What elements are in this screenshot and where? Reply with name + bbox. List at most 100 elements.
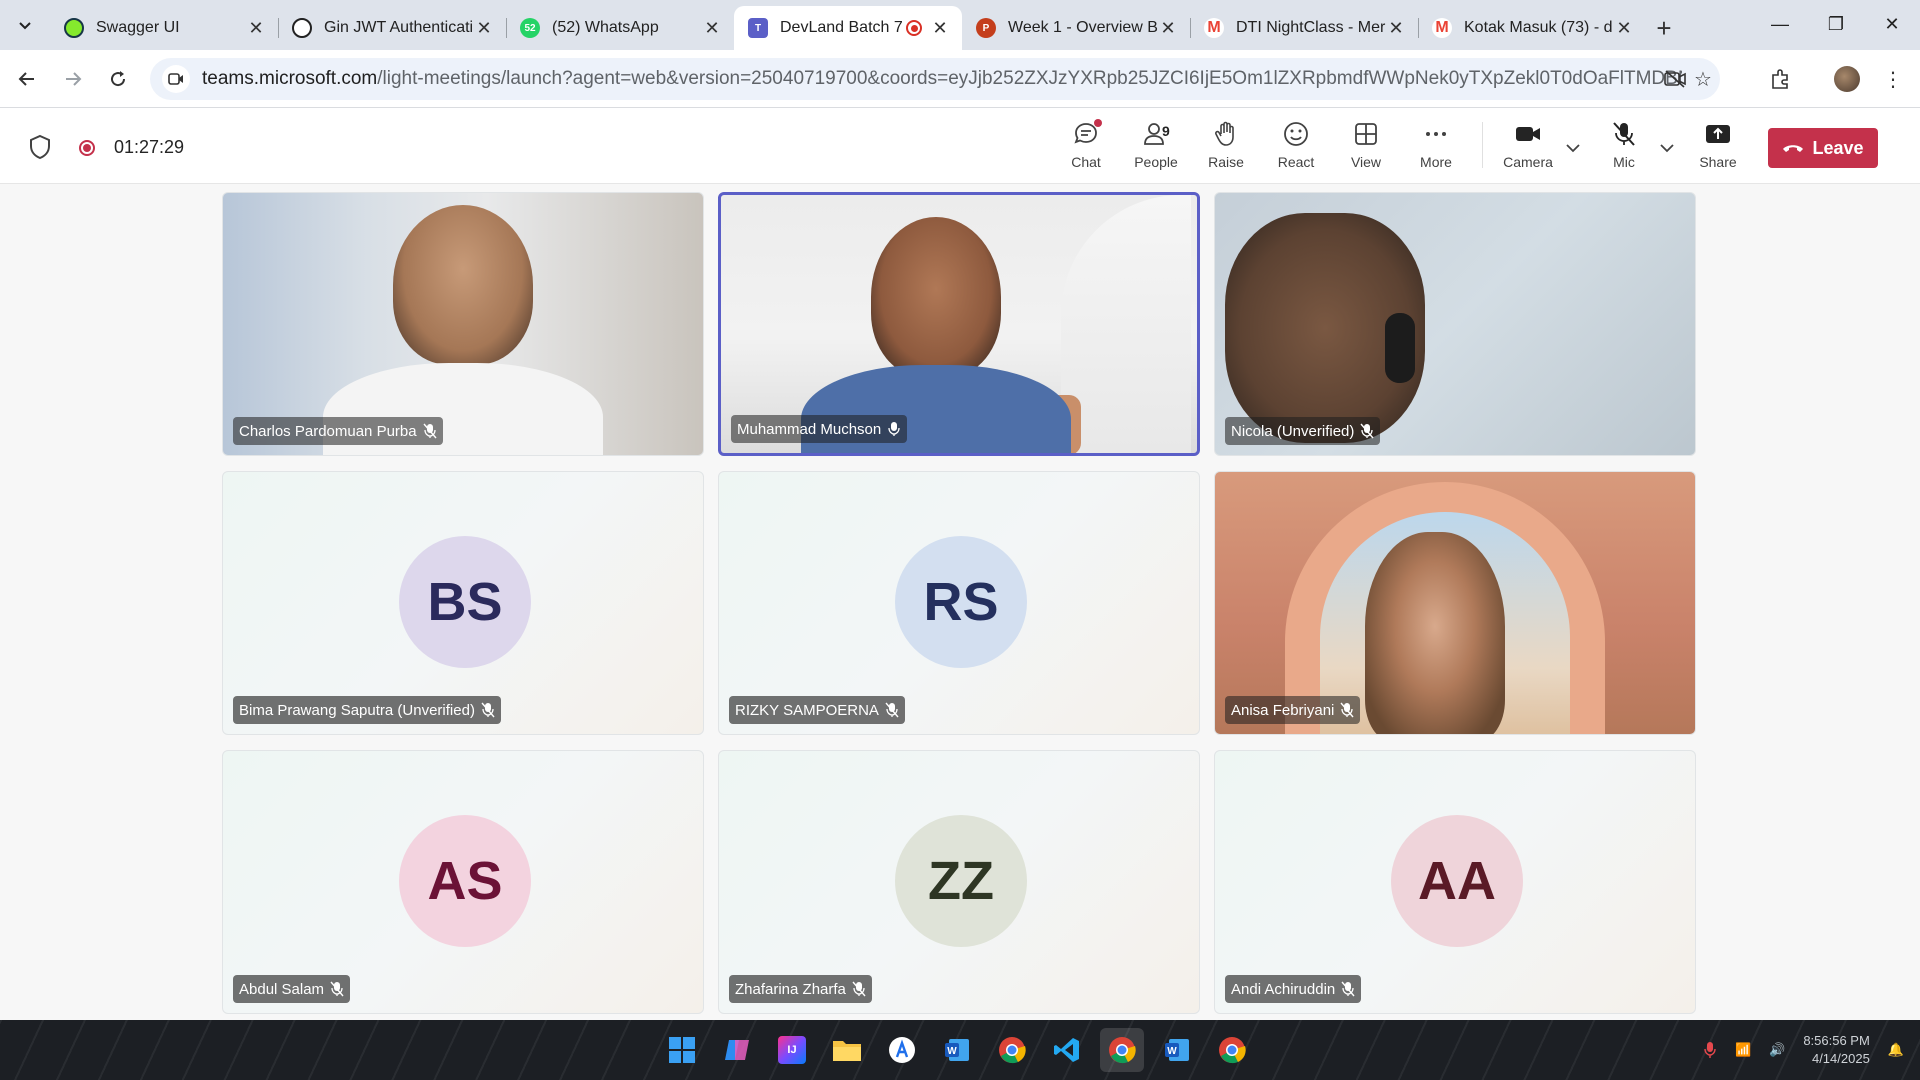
chrome-menu-icon[interactable]: ⋮: [1878, 64, 1908, 94]
leave-label: Leave: [1812, 137, 1864, 158]
tab-swagger[interactable]: Swagger UI ✕: [50, 6, 278, 50]
tab-title: Swagger UI: [96, 19, 180, 36]
close-icon[interactable]: ✕: [1158, 18, 1178, 38]
camera-blocked-icon[interactable]: [1662, 66, 1688, 92]
people-count: 9: [1162, 123, 1170, 139]
grid-view-icon: [1355, 123, 1377, 145]
people-label: People: [1134, 154, 1178, 170]
reload-icon[interactable]: [103, 64, 133, 94]
tab-whatsapp[interactable]: 52 (52) WhatsApp ✕: [506, 6, 734, 50]
camera-label: Camera: [1503, 154, 1553, 170]
address-bar[interactable]: teams.microsoft.com/light-meetings/launc…: [150, 58, 1720, 100]
minimize-icon[interactable]: —: [1752, 0, 1808, 48]
chat-button[interactable]: Chat: [1054, 119, 1118, 170]
extensions-icon[interactable]: [1766, 64, 1796, 94]
participant-name: Anisa Febriyani: [1231, 701, 1335, 719]
new-tab-button[interactable]: +: [1646, 6, 1682, 50]
profile-avatar[interactable]: [1834, 66, 1860, 92]
participant-name: Muhammad Muchson: [737, 420, 882, 438]
url-text[interactable]: teams.microsoft.com/light-meetings/launc…: [202, 68, 1682, 90]
react-button[interactable]: React: [1264, 120, 1328, 170]
participant-tile[interactable]: Charlos Pardomuan Purba: [222, 192, 704, 456]
participant-tile[interactable]: Nicola (Unverified): [1214, 192, 1696, 456]
url-path: /light-meetings/launch?agent=web&version…: [377, 68, 1682, 89]
view-button[interactable]: View: [1334, 120, 1398, 170]
participant-tile[interactable]: RS RIZKY SAMPOERNA: [718, 471, 1200, 735]
wifi-icon[interactable]: 📶: [1735, 1042, 1751, 1058]
copilot-icon[interactable]: [715, 1028, 759, 1072]
camera-options-chevron-icon[interactable]: [1561, 136, 1585, 160]
participant-nameplate: Charlos Pardomuan Purba: [233, 417, 443, 445]
volume-icon[interactable]: 🔊: [1769, 1042, 1785, 1058]
participant-avatar: BS: [399, 536, 531, 668]
tab-title: (52) WhatsApp: [552, 19, 659, 36]
chrome-profile-icon[interactable]: [1210, 1028, 1254, 1072]
notification-bell-icon[interactable]: 🔔: [1888, 1042, 1904, 1058]
word-icon[interactable]: W: [935, 1028, 979, 1072]
close-icon[interactable]: ✕: [1386, 18, 1406, 38]
participant-tile[interactable]: Anisa Febriyani: [1214, 471, 1696, 735]
back-icon[interactable]: [12, 64, 42, 94]
participant-tile[interactable]: BS Bima Prawang Saputra (Unverified): [222, 471, 704, 735]
headphones: [1385, 313, 1415, 383]
site-info-icon[interactable]: [162, 65, 190, 93]
participant-tile[interactable]: ZZ Zhafarina Zharfa: [718, 750, 1200, 1014]
windows-start-icon[interactable]: [660, 1028, 704, 1072]
word-icon[interactable]: W: [1155, 1028, 1199, 1072]
participant-nameplate: RIZKY SAMPOERNA: [729, 696, 905, 724]
close-icon[interactable]: ✕: [246, 18, 266, 38]
hang-up-icon: [1783, 145, 1804, 152]
participant-tile[interactable]: AA Andi Achiruddin: [1214, 750, 1696, 1014]
participant-nameplate: Bima Prawang Saputra (Unverified): [233, 696, 501, 724]
tab-gmail-inbox[interactable]: M Kotak Masuk (73) - d ✕: [1418, 6, 1646, 50]
gmail-icon: M: [1204, 18, 1224, 38]
intellij-icon[interactable]: IJ: [778, 1036, 806, 1064]
vscode-icon[interactable]: [1045, 1028, 1089, 1072]
microphone-in-use-icon[interactable]: [1703, 1041, 1717, 1059]
tab-powerpoint[interactable]: P Week 1 - Overview B ✕: [962, 6, 1190, 50]
shield-icon[interactable]: [28, 134, 52, 160]
chat-label: Chat: [1071, 154, 1101, 170]
close-icon[interactable]: ✕: [930, 18, 950, 38]
tab-gmail-nightclass[interactable]: M DTI NightClass - Mer ✕: [1190, 6, 1418, 50]
participant-tile[interactable]: Muhammad Muchson: [718, 192, 1200, 456]
app-store-icon[interactable]: [880, 1028, 924, 1072]
video-camera-icon: [1516, 127, 1540, 141]
toolbar-divider: [1482, 122, 1483, 168]
participant-name: Nicola (Unverified): [1231, 422, 1355, 440]
url-host: teams.microsoft.com: [202, 68, 378, 89]
camera-button[interactable]: Camera: [1496, 120, 1560, 170]
people-button[interactable]: 9 People: [1124, 120, 1188, 170]
svg-text:W: W: [1167, 1046, 1177, 1057]
chrome-icon[interactable]: [990, 1028, 1034, 1072]
restore-icon[interactable]: ❐: [1808, 0, 1864, 48]
clock[interactable]: 8:56:56 PM 4/14/2025: [1803, 1032, 1870, 1068]
mic-muted-icon: [1613, 122, 1635, 146]
participant-avatar: AS: [399, 815, 531, 947]
more-button[interactable]: More: [1404, 120, 1468, 170]
close-icon[interactable]: ✕: [474, 18, 494, 38]
browser-tabstrip: Swagger UI ✕ Gin JWT Authenticati ✕ 52 (…: [0, 0, 1920, 50]
share-button[interactable]: Share: [1686, 120, 1750, 170]
close-window-icon[interactable]: ✕: [1864, 0, 1920, 48]
participant-nameplate: Zhafarina Zharfa: [729, 975, 872, 1003]
mic-button[interactable]: Mic: [1592, 120, 1656, 170]
windows-taskbar: IJ W W 📶 🔊 8:56:56 PM 4/14/2025 🔔: [0, 1020, 1920, 1080]
close-icon[interactable]: ✕: [702, 18, 722, 38]
tab-chatgpt[interactable]: Gin JWT Authenticati ✕: [278, 6, 506, 50]
chrome-active-icon[interactable]: [1100, 1028, 1144, 1072]
leave-button[interactable]: Leave: [1768, 128, 1878, 168]
recording-indicator-icon: [79, 140, 95, 156]
tab-search-chevron-icon[interactable]: [10, 10, 40, 40]
browser-toolbar: teams.microsoft.com/light-meetings/launc…: [0, 50, 1920, 108]
close-icon[interactable]: ✕: [1614, 18, 1634, 38]
tab-teams-meeting[interactable]: T DevLand Batch 7 ✕: [734, 6, 962, 50]
bookmark-star-icon[interactable]: ☆: [1690, 66, 1716, 92]
participant-name: RIZKY SAMPOERNA: [735, 701, 879, 719]
participant-tile[interactable]: AS Abdul Salam: [222, 750, 704, 1014]
raise-hand-icon: [1215, 121, 1234, 146]
file-explorer-icon[interactable]: [825, 1028, 869, 1072]
forward-icon[interactable]: [58, 64, 88, 94]
raise-hand-button[interactable]: Raise: [1194, 120, 1258, 170]
mic-options-chevron-icon[interactable]: [1655, 136, 1679, 160]
